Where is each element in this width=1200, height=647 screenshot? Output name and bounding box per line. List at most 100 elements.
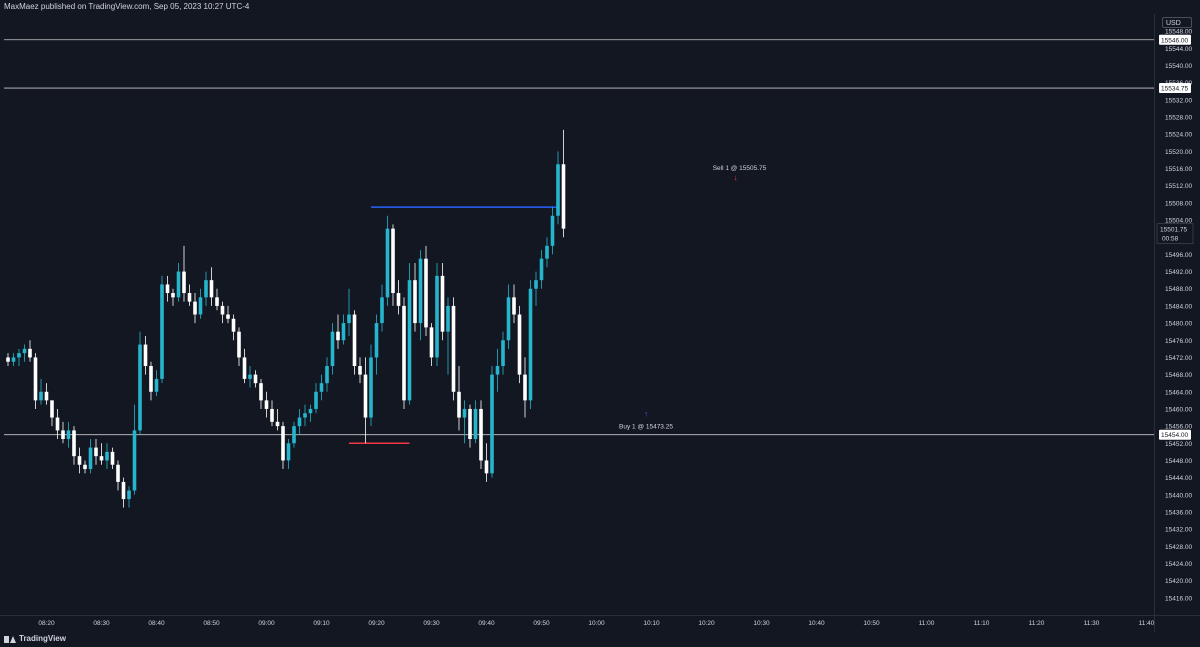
time-tick-label: 11:00 xyxy=(919,620,935,627)
bear-candle xyxy=(231,318,236,332)
bear-candle xyxy=(352,314,357,367)
bear-candle xyxy=(358,366,362,375)
price-tick-label: 15484.00 xyxy=(1165,303,1192,310)
price-tick-label: 15456.00 xyxy=(1165,424,1192,431)
price-tick-label: 15424.00 xyxy=(1165,561,1192,568)
bull-candle xyxy=(501,340,505,367)
bear-candle xyxy=(209,280,214,298)
bull-candle xyxy=(490,374,494,474)
bull-candle xyxy=(319,383,324,392)
price-chart[interactable]: 15548.0015544.0015540.0015536.0015532.00… xyxy=(0,0,1200,632)
price-tick-label: 15544.00 xyxy=(1165,46,1192,53)
bull-candle xyxy=(435,275,439,358)
bull-candle xyxy=(297,417,302,427)
bear-candle xyxy=(220,305,225,315)
bull-candle xyxy=(22,348,27,354)
bear-candle xyxy=(44,391,49,401)
price-tick-label: 15496.00 xyxy=(1165,252,1192,259)
level-price-tag-text: 15454.00 xyxy=(1161,432,1188,439)
bear-candle xyxy=(242,357,247,379)
tradingview-logo[interactable]: TradingView xyxy=(4,634,66,643)
price-tick-label: 15516.00 xyxy=(1165,166,1192,173)
bear-candle xyxy=(396,293,401,306)
bull-candle xyxy=(330,331,335,367)
bear-candle xyxy=(110,451,115,465)
price-tick-label: 15432.00 xyxy=(1165,527,1192,534)
bear-candle xyxy=(264,400,269,409)
time-tick-label: 11:30 xyxy=(1084,620,1100,627)
bear-candle xyxy=(55,417,60,431)
bull-candle xyxy=(204,280,208,298)
bear-candle xyxy=(336,331,340,341)
price-tick-label: 15436.00 xyxy=(1165,509,1192,516)
time-tick-label: 08:50 xyxy=(203,620,220,627)
price-tick-label: 15528.00 xyxy=(1165,115,1192,122)
bear-candle xyxy=(28,348,32,358)
buy-arrow-icon: ↑ xyxy=(644,409,648,418)
price-tick-label: 15508.00 xyxy=(1165,200,1192,207)
bear-candle xyxy=(561,164,566,229)
bull-candle xyxy=(314,391,318,409)
time-tick-label: 09:20 xyxy=(368,620,385,627)
bull-candle xyxy=(154,378,159,392)
bear-candle xyxy=(33,357,38,401)
bear-candle xyxy=(165,284,170,294)
bear-candle xyxy=(83,464,87,470)
bull-candle xyxy=(539,258,544,281)
level-price-tag-text: 15546.00 xyxy=(1161,37,1188,44)
bear-candle xyxy=(77,456,82,465)
bear-candle xyxy=(451,305,456,392)
bear-candle xyxy=(270,408,274,422)
price-tick-label: 15540.00 xyxy=(1165,63,1192,70)
bear-candle xyxy=(402,305,406,401)
bull-candle xyxy=(127,490,131,500)
bear-candle xyxy=(457,391,461,418)
bull-candle xyxy=(506,297,511,341)
bull-candle xyxy=(39,391,43,401)
price-tick-label: 15480.00 xyxy=(1165,321,1192,328)
price-tick-label: 15472.00 xyxy=(1165,355,1192,362)
bull-candle xyxy=(528,288,533,401)
bear-candle xyxy=(143,344,148,367)
time-tick-label: 10:00 xyxy=(588,620,605,627)
time-tick-label: 09:10 xyxy=(313,620,330,627)
price-tick-label: 15524.00 xyxy=(1165,132,1192,139)
bear-candle xyxy=(429,327,434,358)
price-tick-label: 15476.00 xyxy=(1165,338,1192,345)
bull-candle xyxy=(286,443,291,461)
bear-candle xyxy=(61,430,65,439)
tradingview-logo-icon xyxy=(4,635,16,643)
last-price-text: 15501.75 xyxy=(1160,227,1187,234)
price-tick-label: 15512.00 xyxy=(1165,183,1192,190)
bear-candle xyxy=(237,331,241,358)
price-tick-label: 15548.00 xyxy=(1165,29,1192,36)
price-tick-label: 15520.00 xyxy=(1165,149,1192,156)
bear-candle xyxy=(424,258,428,328)
bear-candle xyxy=(99,456,104,461)
bull-candle xyxy=(308,408,313,414)
time-tick-label: 10:40 xyxy=(808,620,825,627)
price-tick-label: 15464.00 xyxy=(1165,389,1192,396)
bull-candle xyxy=(66,430,71,439)
time-tick-label: 11:20 xyxy=(1029,620,1045,627)
bear-candle xyxy=(72,430,76,457)
bull-candle xyxy=(347,314,351,324)
time-tick-label: 11:10 xyxy=(974,620,990,627)
price-tick-label: 15460.00 xyxy=(1165,406,1192,413)
bull-candle xyxy=(473,408,478,439)
bull-candle xyxy=(380,297,384,324)
bull-candle xyxy=(88,447,93,470)
bull-candle xyxy=(407,280,412,401)
bear-candle xyxy=(121,481,126,500)
price-tick-label: 15416.00 xyxy=(1165,595,1192,602)
price-tick-label: 15444.00 xyxy=(1165,475,1192,482)
bear-candle xyxy=(253,374,258,384)
bull-candle xyxy=(369,357,373,418)
bear-candle xyxy=(363,374,368,418)
bear-candle xyxy=(116,464,120,482)
time-tick-label: 08:20 xyxy=(38,620,55,627)
bear-candle xyxy=(259,383,263,401)
bear-candle xyxy=(523,374,527,401)
bull-candle xyxy=(385,228,390,298)
bull-candle xyxy=(292,426,296,444)
